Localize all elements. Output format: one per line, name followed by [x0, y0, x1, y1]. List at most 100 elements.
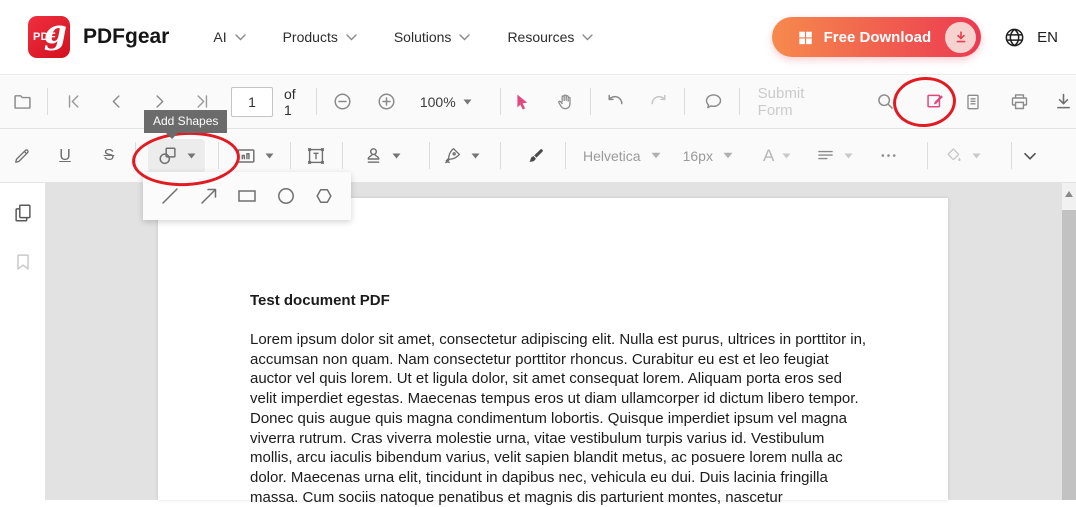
- divider: [47, 88, 48, 115]
- globe-icon[interactable]: [1003, 26, 1026, 49]
- caret-down-icon: [471, 153, 480, 159]
- chevron-down-icon: [459, 34, 470, 41]
- font-color-icon: A: [763, 146, 774, 166]
- download-badge-icon: [945, 22, 976, 53]
- font-color-button[interactable]: A: [763, 146, 791, 166]
- prev-page-button[interactable]: [103, 88, 129, 116]
- cursor-select-icon: [512, 92, 532, 112]
- pages-panel-icon: [12, 202, 34, 224]
- vertical-scrollbar[interactable]: [1062, 183, 1076, 500]
- brush-icon: [526, 146, 546, 166]
- arrow-shape-icon: [197, 184, 221, 208]
- caret-down-icon: [265, 153, 274, 159]
- nav-item-products[interactable]: Products: [283, 29, 357, 45]
- download-file-button[interactable]: [1050, 88, 1076, 116]
- pdfgear-logo[interactable]: PDF g: [28, 16, 70, 58]
- shape-arrow-item[interactable]: [194, 181, 224, 211]
- open-file-button[interactable]: [9, 88, 35, 116]
- divider: [590, 88, 591, 115]
- add-shapes-tooltip: Add Shapes: [144, 110, 227, 133]
- pen-tool-button[interactable]: [9, 142, 35, 170]
- stamp-button[interactable]: [363, 142, 401, 170]
- collapse-toolbar-button[interactable]: [1017, 142, 1043, 170]
- doc-view-button[interactable]: [960, 88, 986, 116]
- hand-pan-icon: [555, 92, 575, 112]
- strikethrough-button[interactable]: S: [96, 142, 122, 170]
- download-button-label: Free Download: [824, 29, 932, 46]
- tooltip-text: Add Shapes: [153, 114, 218, 128]
- caret-down-icon: [723, 152, 733, 159]
- more-icon: [878, 145, 899, 166]
- zoom-out-button[interactable]: [330, 88, 356, 116]
- scrollbar-thumb[interactable]: [1062, 210, 1076, 500]
- edit-form-button[interactable]: [922, 88, 948, 116]
- nav-label: Resources: [507, 29, 574, 45]
- redo-button[interactable]: [646, 88, 672, 116]
- nav-label: Products: [283, 29, 338, 45]
- signature-icon: [442, 145, 463, 166]
- search-icon: [875, 91, 896, 112]
- zoom-level-select[interactable]: 100%: [420, 94, 472, 110]
- document-body-text: Lorem ipsum dolor sit amet, consectetur …: [250, 330, 868, 507]
- undo-button[interactable]: [603, 88, 629, 116]
- shapes-icon: [157, 145, 179, 167]
- page-number-input[interactable]: [231, 87, 273, 117]
- shape-rectangle-item[interactable]: [232, 181, 262, 211]
- print-icon: [1009, 91, 1030, 112]
- shape-ellipse-item[interactable]: [271, 181, 301, 211]
- brush-format-button[interactable]: [523, 142, 549, 170]
- undo-icon: [605, 91, 626, 112]
- zoom-out-icon: [332, 91, 353, 112]
- caret-down-icon: [972, 153, 981, 159]
- print-button[interactable]: [1006, 88, 1032, 116]
- divider: [135, 142, 136, 169]
- shape-line-item[interactable]: [155, 181, 185, 211]
- search-button[interactable]: [872, 88, 898, 116]
- caret-down-icon: [392, 153, 401, 159]
- add-image-button[interactable]: [235, 142, 274, 170]
- shapes-dropdown-menu: [143, 172, 351, 220]
- document-canvas: Test document PDF Lorem ipsum dolor sit …: [0, 183, 1076, 500]
- more-options-button[interactable]: [875, 142, 901, 170]
- first-page-button[interactable]: [60, 88, 86, 116]
- scroll-up-arrow-icon[interactable]: [1065, 191, 1073, 197]
- edit-form-icon: [925, 91, 946, 112]
- nav-item-resources[interactable]: Resources: [507, 29, 593, 45]
- nav-item-ai[interactable]: AI: [213, 29, 245, 45]
- divider: [739, 88, 740, 115]
- add-shapes-button[interactable]: [148, 139, 205, 173]
- image-icon: [235, 145, 257, 167]
- strikethrough-label: S: [104, 147, 115, 165]
- next-page-icon: [150, 92, 169, 111]
- divider: [565, 142, 566, 169]
- hand-tool-button[interactable]: [552, 88, 578, 116]
- comment-button[interactable]: [701, 88, 727, 116]
- pages-panel-button[interactable]: [10, 199, 36, 227]
- divider: [316, 88, 317, 115]
- language-selector[interactable]: EN: [1037, 29, 1058, 46]
- bookmarks-panel-button[interactable]: [10, 248, 36, 276]
- divider: [290, 142, 291, 169]
- fill-color-button[interactable]: [944, 142, 981, 170]
- select-tool-button[interactable]: [509, 88, 535, 116]
- align-button[interactable]: [815, 142, 853, 170]
- signature-button[interactable]: [442, 142, 480, 170]
- underline-button[interactable]: U: [52, 142, 78, 170]
- folder-open-icon: [12, 91, 33, 112]
- underline-label: U: [59, 147, 71, 165]
- font-size-select[interactable]: 16px: [683, 148, 733, 164]
- ellipse-shape-icon: [274, 184, 298, 208]
- zoom-in-button[interactable]: [374, 88, 400, 116]
- submit-form-button[interactable]: Submit Form: [758, 85, 838, 119]
- free-download-button[interactable]: Free Download: [772, 17, 982, 57]
- divider: [429, 142, 430, 169]
- nav-item-solutions[interactable]: Solutions: [394, 29, 471, 45]
- pdf-page[interactable]: Test document PDF Lorem ipsum dolor sit …: [158, 198, 948, 500]
- line-shape-icon: [158, 184, 182, 208]
- fill-color-icon: [944, 146, 964, 166]
- shape-polygon-item[interactable]: [309, 181, 339, 211]
- font-family-select[interactable]: Helvetica: [583, 148, 661, 164]
- add-textbox-button[interactable]: [303, 142, 329, 170]
- caret-down-icon: [463, 99, 472, 105]
- zoom-in-icon: [376, 91, 397, 112]
